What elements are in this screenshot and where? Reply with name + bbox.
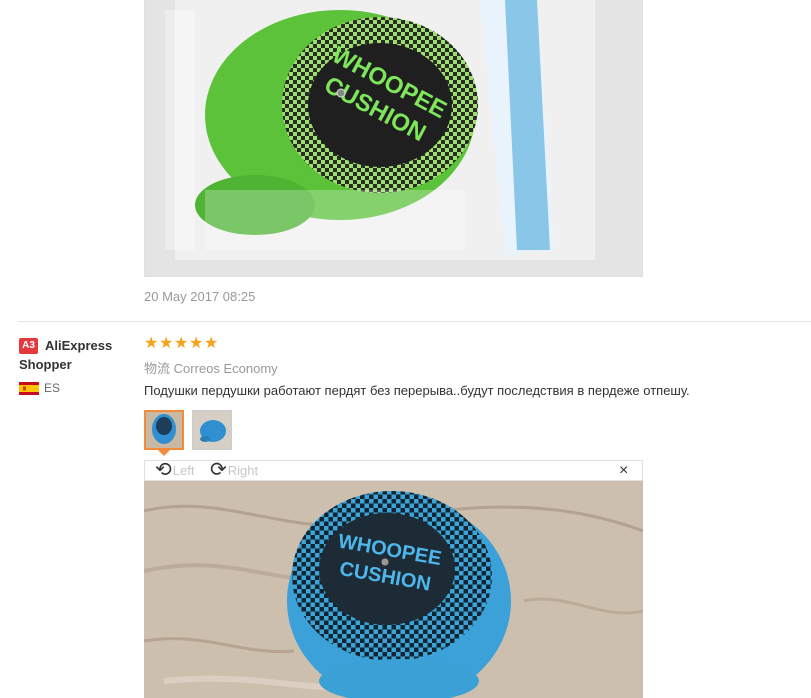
review-thumbnail-2[interactable] [192, 410, 232, 450]
review-photo-blue-cushion[interactable]: WHOOPEE CUSHION [144, 481, 643, 698]
star-icon: ★ [189, 335, 204, 352]
review-divider [18, 321, 811, 322]
review-thumbnail-1[interactable] [144, 410, 184, 450]
star-rating: ★★★★★ [144, 335, 219, 352]
shipping-value: Correos Economy [173, 361, 278, 376]
review-photo-green-cushion[interactable]: WHOOPEE CUSHION [144, 0, 643, 277]
star-icon: ★ [144, 335, 159, 352]
selected-thumbnail-pointer [158, 450, 170, 456]
rotate-right-label: Right [227, 462, 259, 478]
rotate-right-icon: ⟳ [210, 459, 227, 481]
spain-flag-icon [19, 382, 39, 395]
rotate-left-icon: ⟲ [155, 459, 172, 481]
review-date: 20 May 2017 08:25 [144, 289, 256, 304]
shipping-label: 物流 [144, 361, 171, 376]
reviewer-name: AliExpress Shopper [19, 338, 113, 372]
rotate-left-button[interactable]: ⟲ Left [155, 459, 195, 481]
close-icon[interactable]: × [619, 462, 628, 480]
star-icon: ★ [174, 335, 189, 352]
rotate-left-label: Left [172, 462, 195, 478]
rotate-right-button[interactable]: ⟳ Right [210, 459, 259, 481]
star-icon: ★ [204, 335, 219, 352]
star-icon: ★ [159, 335, 174, 352]
review-text: Подушки пердушки работают пердят без пер… [144, 383, 690, 398]
shipping-method: 物流 Correos Economy [144, 358, 278, 377]
green-cushion-image: WHOOPEE CUSHION [145, 0, 642, 276]
reviewer-country: ES [44, 381, 61, 395]
blue-cushion-image: WHOOPEE CUSHION [144, 481, 643, 698]
